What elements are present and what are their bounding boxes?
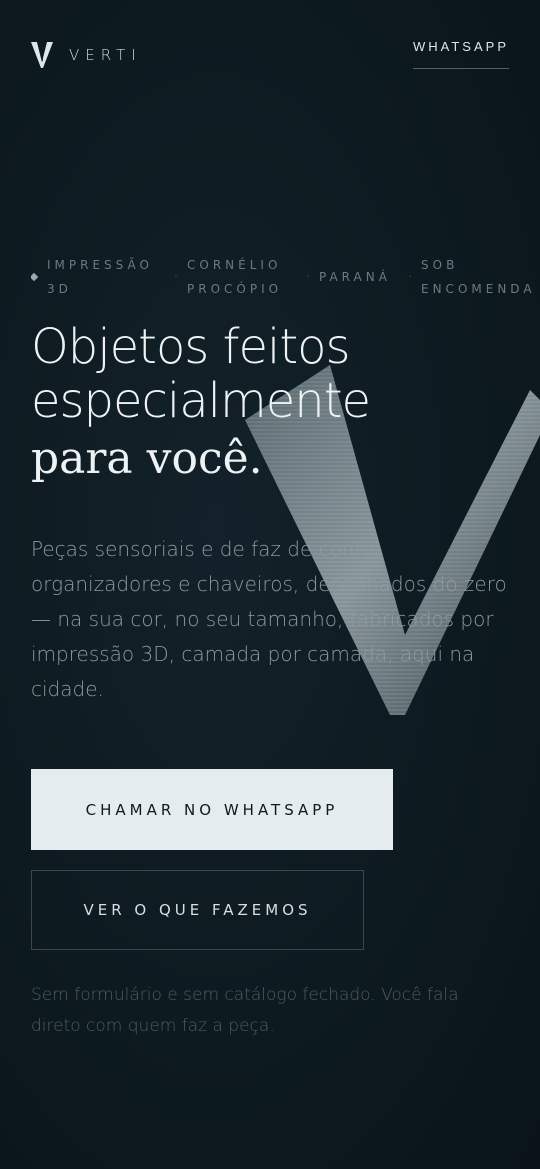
v-logo-icon [31, 42, 53, 68]
tag-parana: PARANÁ [319, 270, 391, 284]
tag-separator: · [306, 271, 310, 283]
headline-line-1: Objetos feitos [31, 319, 351, 375]
headline-line-2: especialmente [31, 373, 371, 429]
whatsapp-cta-button[interactable]: CHAMAR NO WHATSAPP [31, 769, 393, 850]
hero-tags: IMPRESSÃO 3D · CORNÉLIO PROCÓPIO · PARAN… [31, 252, 540, 302]
tag-sob-encomenda: SOB ENCOMENDA [421, 258, 536, 296]
hero-lead: Peças sensoriais e de faz de conta, orga… [31, 537, 507, 701]
nav-whatsapp-link[interactable]: WHATSAPP [413, 39, 509, 69]
tag-cornelio-procopio: CORNÉLIO PROCÓPIO [187, 258, 283, 296]
see-services-button[interactable]: VER O QUE FAZEMOS [31, 870, 364, 950]
tag-impressao-3d: IMPRESSÃO 3D [47, 258, 153, 296]
site-header: VERTI WHATSAPP [0, 0, 540, 90]
tag-separator: · [408, 271, 412, 283]
brand-name: VERTI [69, 46, 142, 64]
diamond-icon [31, 272, 39, 282]
headline-line-3: para você. [31, 433, 263, 484]
brand[interactable]: VERTI [31, 42, 142, 68]
hero-note: Sem formulário e sem catálogo fechado. V… [31, 985, 459, 1036]
hero-headline: Objetos feitos especialmente para você. [31, 320, 511, 486]
tag-separator: · [174, 271, 178, 283]
